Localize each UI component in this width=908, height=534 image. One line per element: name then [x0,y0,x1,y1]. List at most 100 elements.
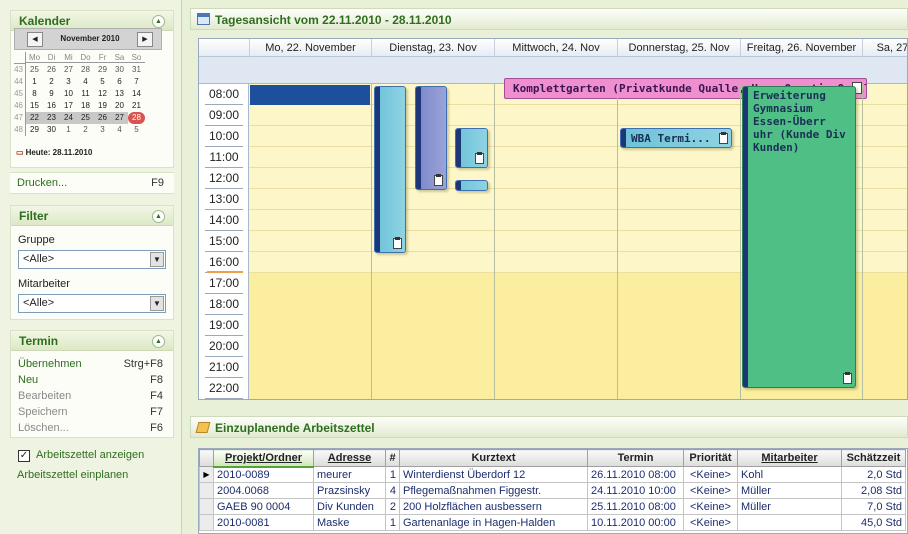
table-row[interactable]: 2004.0068 Prazsinsky 4 Pflegemaßnahmen Figg… [199,482,906,499]
cell-short-text[interactable]: Gartenanlage in Hagen-Halden [399,514,588,531]
calendar-day[interactable]: 1 [60,124,77,136]
calendar-day[interactable]: 26 [94,112,111,124]
cell-date[interactable]: 26.11.2010 08:00 [587,466,684,483]
calendar-day[interactable]: 23 [43,112,60,124]
calendar-day[interactable]: 18 [77,100,94,112]
calendar-day[interactable]: 28 [128,112,145,124]
col-number[interactable]: # [385,449,400,467]
termin-take-over[interactable]: Übernehmen [18,358,82,370]
calendar-day[interactable]: 13 [111,88,128,100]
calendar-day[interactable]: 26 [43,64,60,76]
plan-worksheets-link[interactable]: Arbeitszettel einplanen [17,469,128,481]
cell-project[interactable]: GAEB 90 0004 [213,498,314,515]
cell-project[interactable]: 2010-0089 [213,466,314,483]
calendar-day[interactable]: 10 [60,88,77,100]
calendar-day[interactable]: 12 [94,88,111,100]
appointment-wba[interactable]: WBA Termi... [620,128,732,148]
calendar-day[interactable]: 21 [128,100,145,112]
cell-employee[interactable]: Müller [737,482,842,499]
cell-project[interactable]: 2010-0081 [213,514,314,531]
calendar-day[interactable]: 15 [26,100,43,112]
day-header-thu[interactable]: Donnerstag, 25. Nov [617,39,740,57]
cell-number[interactable]: 1 [385,514,400,531]
cell-employee[interactable]: Kohl [737,466,842,483]
calendar-day[interactable]: 3 [94,124,111,136]
col-employee[interactable]: Mitarbeiter [737,449,842,467]
calendar-day[interactable]: 29 [94,64,111,76]
calendar-day[interactable]: 20 [111,100,128,112]
chevron-down-icon[interactable]: ▼ [150,252,164,267]
cell-date[interactable]: 24.11.2010 10:00 [587,482,684,499]
appointment-tue-1[interactable] [374,86,406,253]
termin-delete[interactable]: Löschen... [18,422,69,434]
termin-edit[interactable]: Bearbeiten [18,390,71,402]
calendar-day[interactable]: 25 [26,64,43,76]
cell-estimate[interactable]: 45,0 Std [841,514,906,531]
cell-priority[interactable]: <Keine> [683,466,738,483]
day-header-sat[interactable]: Sa, 27 [862,39,907,57]
prev-month-button[interactable]: ◀ [27,32,43,47]
calendar-day[interactable]: 29 [26,124,43,136]
cell-number[interactable]: 4 [385,482,400,499]
cell-address[interactable]: Maske [313,514,386,531]
appointment-tue-3[interactable] [455,128,488,168]
calendar-day[interactable]: 4 [77,76,94,88]
cell-estimate[interactable]: 2,0 Std [841,466,906,483]
collapse-filter-icon[interactable]: ▲ [152,210,165,223]
cell-employee[interactable]: Müller [737,498,842,515]
termin-new[interactable]: Neu [18,374,38,386]
calendar-day[interactable]: 24 [60,112,77,124]
day-header-mon[interactable]: Mo, 22. November [249,39,371,57]
next-month-button[interactable]: ▶ [137,32,153,47]
cell-priority[interactable]: <Keine> [683,482,738,499]
calendar-day[interactable]: 17 [60,100,77,112]
cell-short-text[interactable]: 200 Holzflächen ausbessern [399,498,588,515]
calendar-day[interactable]: 30 [111,64,128,76]
cell-address[interactable]: meurer [313,466,386,483]
calendar-day[interactable]: 14 [128,88,145,100]
calendar-day[interactable]: 6 [111,76,128,88]
calendar-day[interactable]: 4 [111,124,128,136]
calendar-day[interactable]: 5 [94,76,111,88]
selected-timeslot[interactable] [250,85,370,105]
chevron-down-icon[interactable]: ▼ [150,296,164,311]
print-link[interactable]: Drucken... [17,177,67,189]
collapse-calendar-icon[interactable]: ▲ [152,15,165,28]
cell-project[interactable]: 2004.0068 [213,482,314,499]
calendar-day[interactable]: 2 [77,124,94,136]
calendar-day[interactable]: 11 [77,88,94,100]
calendar-day[interactable]: 2 [43,76,60,88]
termin-save[interactable]: Speichern [18,406,68,418]
appointment-fri[interactable]: Erweiterung Gymnasium Essen-Überr uhr (K… [742,86,856,388]
cell-number[interactable]: 2 [385,498,400,515]
calendar-day[interactable]: 27 [111,112,128,124]
cell-date[interactable]: 25.11.2010 08:00 [587,498,684,515]
cell-short-text[interactable]: Winterdienst Überdorf 12 [399,466,588,483]
calendar-day[interactable]: 1 [26,76,43,88]
cell-short-text[interactable]: Pflegemaßnahmen Figgestr. [399,482,588,499]
calendar-day[interactable]: 9 [43,88,60,100]
calendar-day[interactable]: 8 [26,88,43,100]
cell-number[interactable]: 1 [385,466,400,483]
cell-address[interactable]: Div Kunden [313,498,386,515]
cell-address[interactable]: Prazsinsky [313,482,386,499]
calendar-day[interactable]: 16 [43,100,60,112]
col-estimate[interactable]: Schätzzeit [841,449,906,467]
day-header-fri[interactable]: Freitag, 26. November [740,39,862,57]
col-priority[interactable]: Priorität [683,449,738,467]
show-worksheets-label[interactable]: Arbeitszettel anzeigen [36,449,144,461]
cell-estimate[interactable]: 7,0 Std [841,498,906,515]
calendar-day[interactable]: 5 [128,124,145,136]
calendar-day[interactable]: 27 [60,64,77,76]
appointment-tue-4[interactable] [455,180,488,191]
calendar-day[interactable]: 25 [77,112,94,124]
calendar-day[interactable]: 3 [60,76,77,88]
calendar-day[interactable]: 30 [43,124,60,136]
group-select[interactable]: <Alle> ▼ [18,250,166,269]
cell-priority[interactable]: <Keine> [683,498,738,515]
calendar-day[interactable]: 28 [77,64,94,76]
day-header-wed[interactable]: Mittwoch, 24. Nov [494,39,617,57]
cell-date[interactable]: 10.11.2010 00:00 [587,514,684,531]
employee-select[interactable]: <Alle> ▼ [18,294,166,313]
table-row[interactable]: ▶ 2010-0089 meurer 1 Winterdienst Überdorf 1… [199,466,906,483]
